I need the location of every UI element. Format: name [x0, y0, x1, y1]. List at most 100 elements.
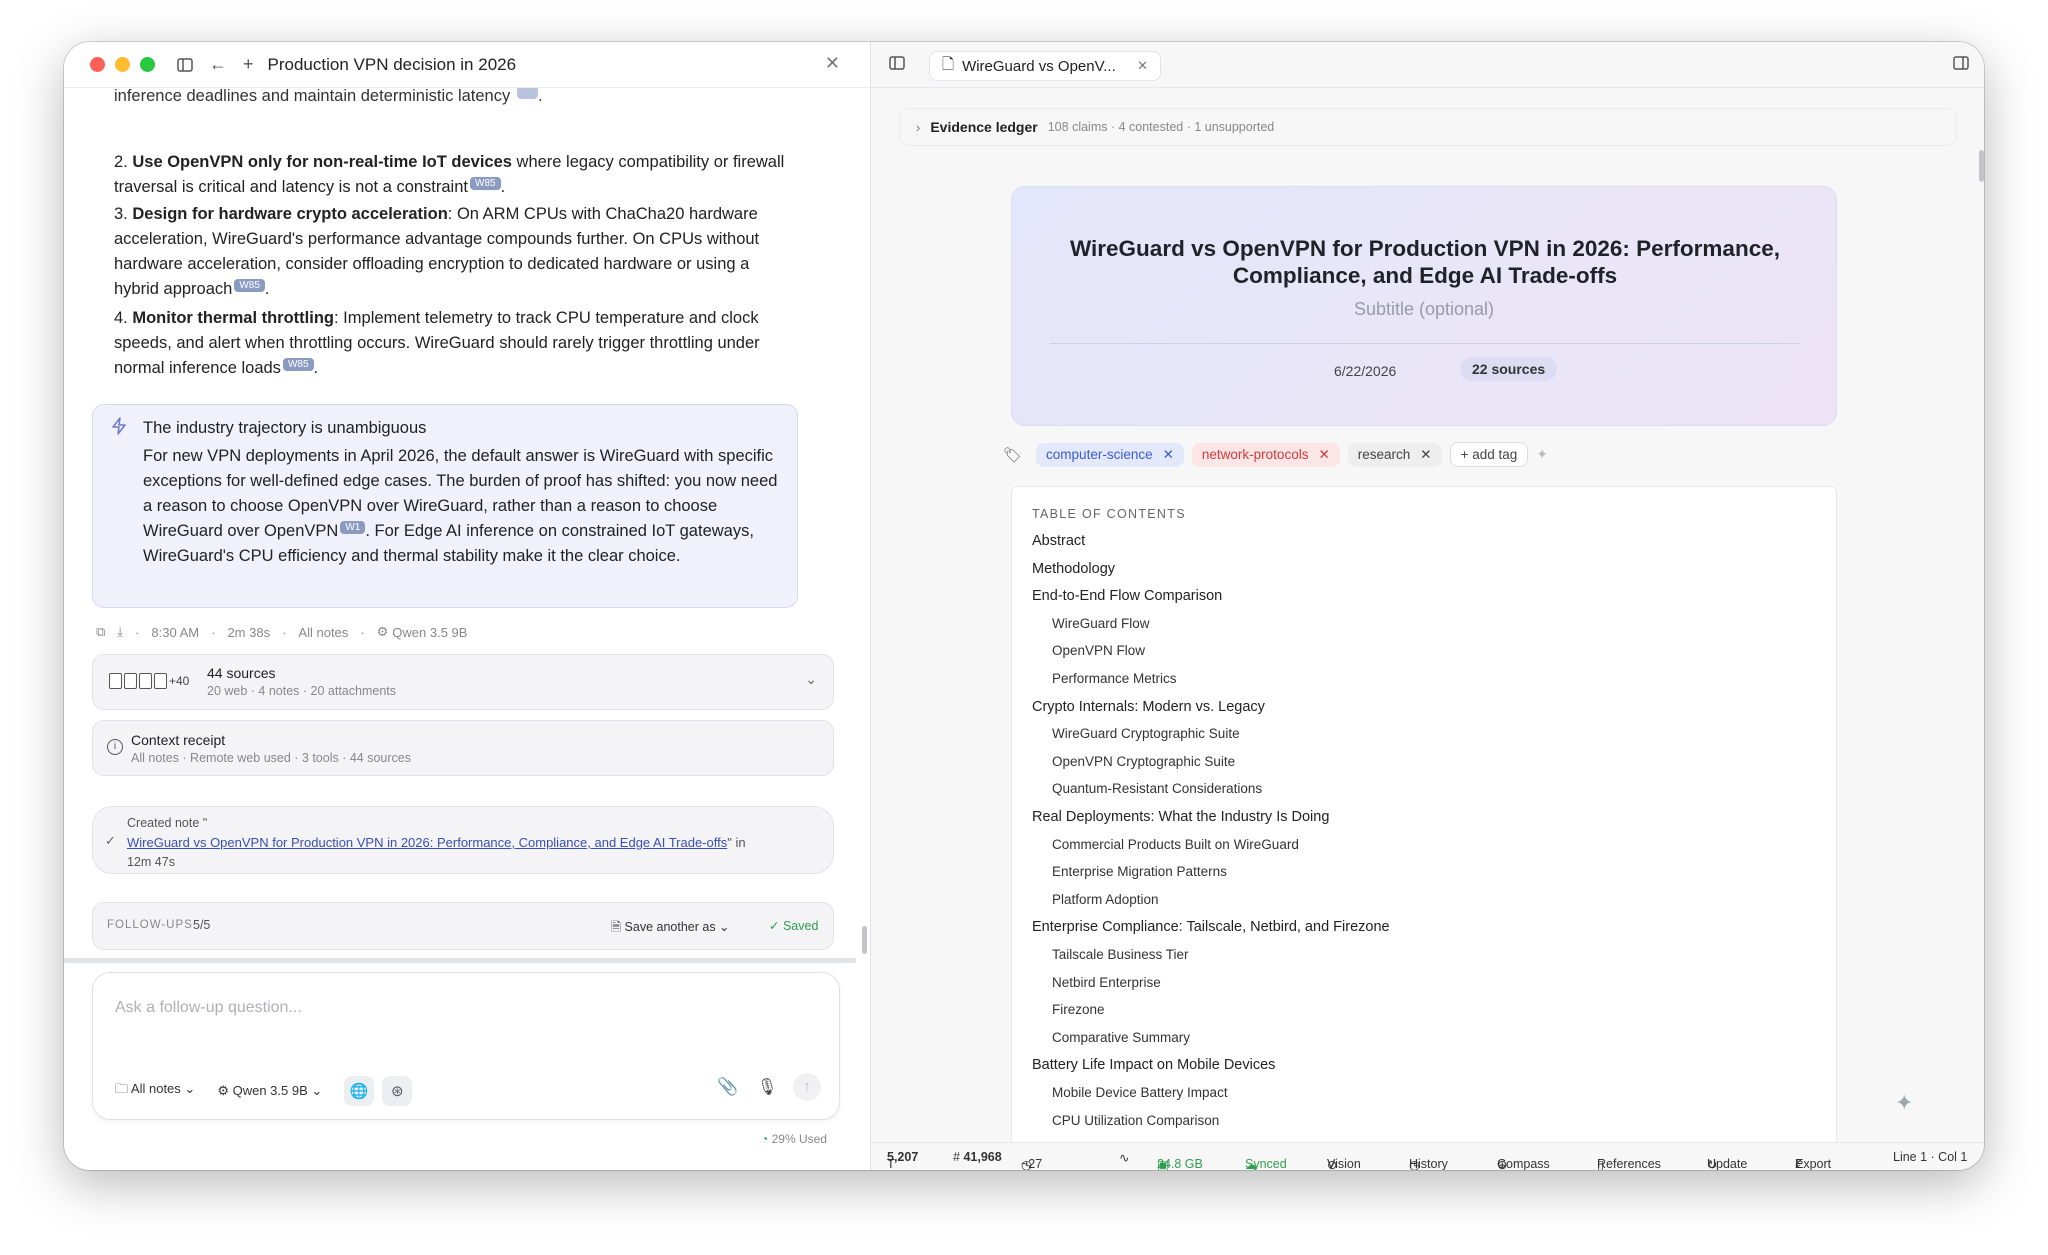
usage-ring-icon: ◔ — [761, 1132, 769, 1146]
tag-chip[interactable]: research ✕ — [1347, 442, 1442, 467]
folder-icon: 🗀 — [115, 1081, 129, 1096]
remove-tag-icon[interactable]: ✕ — [1420, 447, 1431, 463]
toc-item[interactable]: Methodology — [1032, 561, 1115, 577]
text-icon: T — [887, 1157, 895, 1170]
chat-pane: ← + Production VPN decision in 2026 ✕ in… — [64, 42, 870, 1170]
scope-selector[interactable]: 🗀 All notes ⌄ — [115, 1080, 195, 1102]
toc-item[interactable]: Crypto Internals: Modern vs. Legacy — [1032, 699, 1265, 715]
tag-icon: 🏷 — [1003, 446, 1023, 464]
toc-subitem[interactable]: OpenVPN Cryptographic Suite — [1052, 754, 1235, 769]
traffic-lights — [90, 57, 155, 72]
created-note-label: Created note " — [127, 816, 208, 830]
toc-subitem[interactable]: OpenVPN Flow — [1052, 643, 1145, 658]
send-button[interactable]: ↑ — [793, 1073, 821, 1101]
followups-label: FOLLOW-UPS — [107, 919, 193, 931]
toc-subitem[interactable]: Netbird Enterprise — [1052, 975, 1161, 990]
toc-subitem[interactable]: Quantum-Resistant Considerations — [1052, 781, 1262, 796]
saved-status: ✓ Saved — [769, 919, 819, 933]
ledger-title: Evidence ledger — [930, 119, 1038, 135]
toc-item[interactable]: Battery Life Impact on Mobile Devices — [1032, 1057, 1275, 1073]
sources-detail: 20 web · 4 notes · 20 attachments — [207, 684, 396, 698]
ledger-detail: 108 claims · 4 contested · 1 unsupported — [1047, 120, 1275, 134]
created-note-card: ✓ Created note " WireGuard vs OpenVPN fo… — [92, 806, 834, 874]
close-tab-icon[interactable]: ✕ — [1137, 58, 1148, 74]
toc-subitem[interactable]: Performance Metrics — [1052, 671, 1177, 686]
remove-tag-icon[interactable]: ✕ — [1163, 447, 1174, 463]
minimize-window-button[interactable] — [115, 57, 130, 72]
tag-chip[interactable]: network-protocols ✕ — [1191, 442, 1340, 467]
copy-icon[interactable]: ⧉ — [96, 624, 105, 640]
chevron-up-icon: ⌃ — [1795, 1158, 1806, 1170]
back-arrow-icon[interactable]: ← — [209, 54, 227, 75]
document-scrollbar[interactable] — [1979, 150, 1984, 182]
sources-badge[interactable]: 22 sources — [1460, 357, 1558, 381]
zoom-window-button[interactable] — [140, 57, 155, 72]
context-receipt-card[interactable]: i Context receipt All notes · Remote web… — [92, 720, 834, 776]
brain-toggle-icon[interactable]: ⊛ — [382, 1076, 413, 1106]
citation-badge[interactable]: W85 — [282, 357, 314, 371]
toc-subitem[interactable]: Firezone — [1052, 1002, 1105, 1017]
toc-subitem[interactable]: Commercial Products Built on WireGuard — [1052, 837, 1299, 852]
model-selector[interactable]: ⚙ Qwen 3.5 9B ⌄ — [217, 1083, 322, 1099]
chevron-down-icon[interactable]: ⌄ — [805, 671, 817, 688]
toc-subitem[interactable]: Tailscale Business Tier — [1052, 947, 1189, 962]
ai-sparkle-icon[interactable]: ✦ — [1895, 1090, 1913, 1116]
message-model: Qwen 3.5 9B — [392, 624, 468, 640]
tab-document[interactable]: 🗋 WireGuard vs OpenV... ✕ — [929, 51, 1161, 81]
toc-subitem[interactable]: WireGuard Cryptographic Suite — [1052, 726, 1240, 741]
composer: Ask a follow-up question... 🗀 All notes … — [92, 972, 840, 1120]
close-chat-icon[interactable]: ✕ — [825, 53, 840, 74]
status-bar: T 5,207 # 41,968 ◷ ~27 ∿ ▣ 24.8 GB ☁ Syn… — [871, 1142, 1984, 1170]
callout-title: The industry trajectory is unambiguous — [143, 419, 427, 437]
gear-icon: ⚙ — [217, 1083, 229, 1098]
followup-input[interactable]: Ask a follow-up question... — [115, 999, 302, 1017]
followups-count: 5/5 — [193, 918, 211, 932]
toc-subitem[interactable]: Enterprise Migration Patterns — [1052, 864, 1227, 879]
message-scope: All notes — [298, 624, 349, 640]
toc-subitem[interactable]: Mobile Device Battery Impact — [1052, 1085, 1228, 1100]
partial-text-line: inference deadlines and maintain determi… — [114, 88, 854, 109]
document-title[interactable]: WireGuard vs OpenVPN for Production VPN … — [1052, 235, 1798, 289]
toc-subitem[interactable]: WireGuard Flow — [1052, 616, 1150, 631]
toc-item[interactable]: Abstract — [1032, 533, 1085, 549]
toc-item[interactable]: Enterprise Compliance: Tailscale, Netbir… — [1032, 919, 1390, 935]
citation-badge[interactable]: W1 — [340, 520, 366, 534]
callout-body: For new VPN deployments in April 2026, t… — [143, 447, 778, 565]
save-another-button[interactable]: 🗎 Save another as ⌄ — [611, 918, 730, 939]
message-time: 8:30 AM — [151, 624, 200, 640]
sparkle-icon[interactable]: ✦ — [1536, 446, 1548, 463]
download-icon[interactable]: ⤓ — [117, 624, 123, 640]
subtitle-placeholder[interactable]: Subtitle (optional) — [1012, 299, 1836, 320]
sidebar-toggle-icon[interactable] — [889, 56, 905, 75]
citation-badge[interactable]: W85 — [234, 278, 265, 292]
app-window: ← + Production VPN decision in 2026 ✕ in… — [64, 42, 1984, 1170]
chat-scrollbar[interactable] — [862, 926, 867, 954]
composer-toolbar: 🗀 All notes ⌄ ⚙ Qwen 3.5 9B ⌄ 🌐 ⊛ — [115, 1076, 413, 1106]
remove-tag-icon[interactable]: ✕ — [1318, 447, 1329, 463]
split-view-icon[interactable] — [1953, 56, 1969, 75]
citation-badge[interactable]: W85 — [470, 176, 501, 190]
toc-subitem[interactable]: Comparative Summary — [1052, 1030, 1190, 1045]
new-chat-plus-icon[interactable]: + — [243, 54, 254, 75]
tag-chip[interactable]: computer-science ✕ — [1036, 442, 1184, 467]
toc-subitem[interactable]: Platform Adoption — [1052, 892, 1159, 907]
toc-item[interactable]: End-to-End Flow Comparison — [1032, 588, 1222, 604]
sidebar-toggle-icon[interactable] — [177, 57, 193, 72]
close-window-button[interactable] — [90, 57, 105, 72]
right-titlebar: 🗋 WireGuard vs OpenV... ✕ — [871, 42, 1984, 88]
microphone-icon[interactable]: 🎙 — [757, 1077, 777, 1097]
sources-card[interactable]: +40 44 sources 20 web · 4 notes · 20 att… — [92, 654, 834, 710]
toc-subitem[interactable]: CPU Utilization Comparison — [1052, 1113, 1219, 1128]
model-icon: ⚙ — [376, 624, 389, 639]
add-tag-button[interactable]: + add tag — [1449, 442, 1529, 467]
toc-item[interactable]: Real Deployments: What the Industry Is D… — [1032, 809, 1329, 825]
chevron-right-icon: › — [916, 119, 921, 135]
list-item: 4. Monitor thermal throttling: Implement… — [114, 309, 760, 377]
composer-divider[interactable] — [64, 958, 856, 963]
attach-icon[interactable]: 📎 — [717, 1077, 738, 1097]
activity-icon[interactable]: ∿ — [1119, 1150, 1129, 1165]
web-search-toggle-icon[interactable]: 🌐 — [344, 1076, 375, 1106]
source-stack-icons: +40 — [109, 673, 189, 689]
created-note-link[interactable]: WireGuard vs OpenVPN for Production VPN … — [127, 835, 727, 850]
evidence-ledger[interactable]: › Evidence ledger 108 claims · 4 contest… — [899, 108, 1957, 146]
